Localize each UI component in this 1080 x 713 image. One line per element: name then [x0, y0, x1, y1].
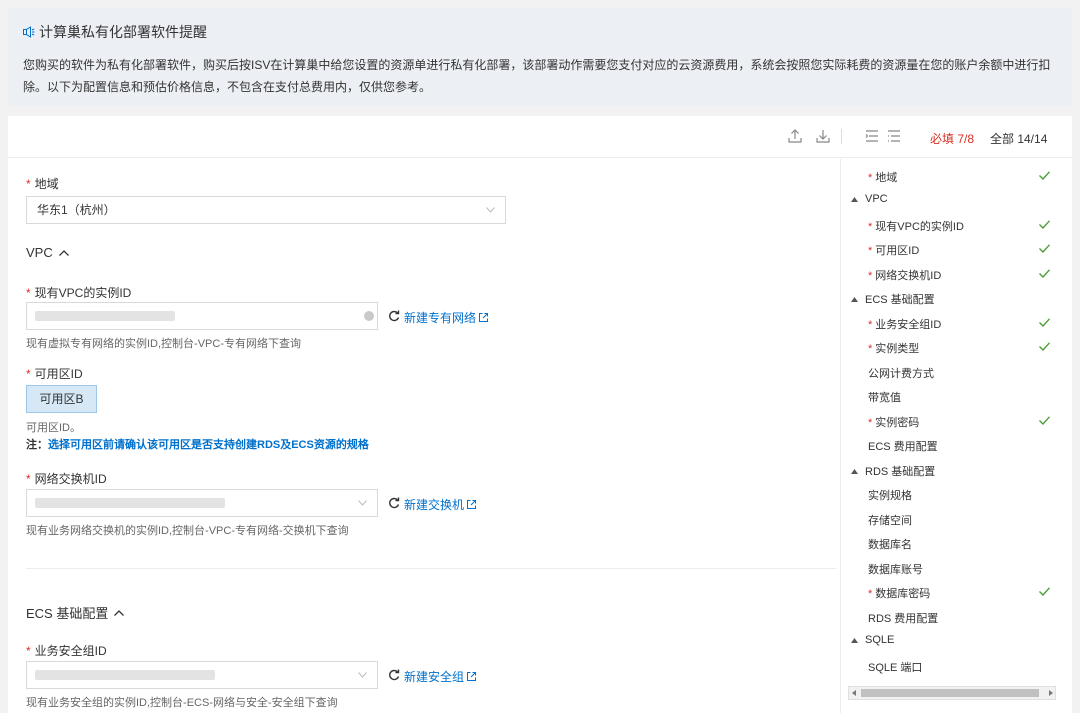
chevron-up-icon [114, 609, 125, 616]
refresh-icon[interactable] [388, 310, 400, 322]
external-link-icon [467, 500, 477, 509]
region-label: * 地域 [26, 177, 59, 191]
nav-group-ecs[interactable]: ECS 基础配置 [851, 291, 935, 307]
section-divider [26, 568, 836, 569]
chevron-up-icon [58, 249, 69, 256]
check-icon [1039, 416, 1050, 425]
chevron-down-icon [486, 207, 495, 213]
triangle-up-icon [851, 637, 858, 643]
nav-item-internet-charge[interactable]: 公网计费方式 [868, 365, 934, 381]
vpc-id-help: 现有虚拟专有网络的实例ID,控制台-VPC-专有网络下查询 [26, 338, 301, 350]
nav-item-security-group[interactable]: * 业务安全组ID [868, 316, 941, 332]
masked-value [35, 670, 215, 680]
toolbar-divider [841, 129, 842, 144]
nav-item-instance-password[interactable]: * 实例密码 [868, 414, 919, 430]
required-count: 必填 7/8 [930, 132, 975, 146]
notice-title: 计算巢私有化部署软件提醒 [39, 24, 207, 40]
region-select[interactable]: 华东1（杭州） [26, 196, 506, 224]
security-group-label: * 业务安全组ID [26, 644, 107, 658]
security-group-help: 现有业务安全组的实例ID,控制台-ECS-网络与安全-安全组下查询 [26, 697, 338, 709]
region-value: 华东1（杭州） [37, 203, 116, 217]
ecs-section-title: ECS 基础配置 [26, 606, 109, 621]
nav-item-db-account[interactable]: 数据库账号 [868, 561, 923, 577]
notice-panel: 计算巢私有化部署软件提醒 您购买的软件为私有化部署软件，购买后按ISV在计算巢中… [8, 8, 1072, 106]
check-icon [1039, 171, 1050, 180]
vswitch-select[interactable] [26, 489, 378, 517]
nav-item-vpc-id[interactable]: * 现有VPC的实例ID [868, 218, 964, 234]
nav-item-db-name[interactable]: 数据库名 [868, 536, 912, 552]
create-vpc-link[interactable]: 新建专有网络 [404, 309, 489, 326]
expand-list-icon[interactable] [886, 128, 902, 144]
nav-item-sqle-port[interactable]: SQLE 端口 [868, 659, 922, 675]
security-group-select[interactable] [26, 661, 378, 689]
zone-option-b[interactable]: 可用区B [26, 385, 97, 413]
check-icon [1039, 587, 1050, 596]
collapse-list-icon[interactable] [864, 128, 880, 144]
check-icon [1039, 269, 1050, 278]
nav-item-db-class[interactable]: 实例规格 [868, 487, 912, 503]
nav-item-bandwidth[interactable]: 带宽值 [868, 389, 901, 405]
masked-value [35, 498, 225, 508]
config-form: * 地域 华东1（杭州） VPC * 现有VPC的实例ID 新建专有网络 现有虚… [8, 159, 838, 713]
vpc-id-input[interactable] [26, 302, 378, 330]
upload-icon[interactable] [787, 128, 803, 144]
external-link-icon [479, 313, 489, 322]
nav-vertical-scroll-track [1057, 159, 1072, 713]
vswitch-help: 现有业务网络交换机的实例ID,控制台-VPC-专有网络-交换机下查询 [26, 525, 349, 537]
nav-item-region[interactable]: * 地域 [868, 169, 897, 185]
nav-item-storage[interactable]: 存储空间 [868, 512, 912, 528]
nav-item-db-password[interactable]: * 数据库密码 [868, 585, 930, 601]
nav-group-sqle[interactable]: SQLE [851, 634, 894, 646]
vpc-section-title: VPC [26, 245, 53, 260]
ecs-section-toggle[interactable]: ECS 基础配置 [26, 603, 125, 622]
zone-note: 注：选择可用区前请确认该可用区是否支持创建RDS及ECS资源的规格 [26, 439, 369, 451]
notice-body: 您购买的软件为私有化部署软件，购买后按ISV在计算巢中给您设置的资源单进行私有化… [23, 58, 1051, 94]
nav-horizontal-scrollbar[interactable] [848, 686, 1056, 700]
create-vswitch-link[interactable]: 新建交换机 [404, 496, 477, 513]
triangle-up-icon [851, 468, 858, 474]
zone-help: 可用区ID。 [26, 422, 81, 434]
scrollbar-thumb[interactable] [861, 689, 1039, 697]
refresh-icon[interactable] [388, 669, 400, 681]
all-count: 全部 14/14 [990, 132, 1048, 146]
nav-item-zone-id[interactable]: * 可用区ID [868, 242, 919, 258]
check-icon [1039, 244, 1050, 253]
clear-icon[interactable] [364, 311, 374, 321]
refresh-icon[interactable] [388, 497, 400, 509]
toolbar: 必填 7/8 全部 14/14 [8, 116, 1072, 158]
config-card: 必填 7/8 全部 14/14 * 地域 华东1（杭州） VPC * 现有VPC的实… [8, 116, 1072, 713]
check-icon [1039, 342, 1050, 351]
nav-group-vpc[interactable]: VPC [851, 193, 888, 205]
nav-group-rds[interactable]: RDS 基础配置 [851, 463, 935, 479]
download-icon[interactable] [815, 128, 831, 144]
check-icon [1039, 318, 1050, 327]
triangle-up-icon [851, 196, 858, 202]
create-security-group-link[interactable]: 新建安全组 [404, 668, 477, 685]
scroll-left-icon[interactable] [852, 690, 856, 696]
vpc-id-label: * 现有VPC的实例ID [26, 286, 132, 300]
chevron-down-icon [358, 672, 367, 678]
vswitch-label: * 网络交换机ID [26, 472, 107, 486]
chevron-down-icon [358, 500, 367, 506]
field-navigator: * 地域 VPC * 现有VPC的实例ID * 可用区ID * 网络交换机ID ECS … [840, 159, 1057, 713]
triangle-up-icon [851, 296, 858, 302]
nav-item-vswitch-id[interactable]: * 网络交换机ID [868, 267, 941, 283]
scroll-right-icon[interactable] [1049, 690, 1053, 696]
masked-value [35, 311, 175, 321]
zone-label: * 可用区ID [26, 367, 83, 381]
external-link-icon [467, 672, 477, 681]
check-icon [1039, 220, 1050, 229]
nav-item-instance-type[interactable]: * 实例类型 [868, 340, 919, 356]
nav-item-rds-cost[interactable]: RDS 费用配置 [868, 610, 938, 626]
speaker-icon [23, 26, 35, 38]
nav-item-ecs-cost[interactable]: ECS 费用配置 [868, 438, 938, 454]
notice-title-row: 计算巢私有化部署软件提醒 [23, 22, 207, 42]
vpc-section-toggle[interactable]: VPC [26, 245, 69, 260]
